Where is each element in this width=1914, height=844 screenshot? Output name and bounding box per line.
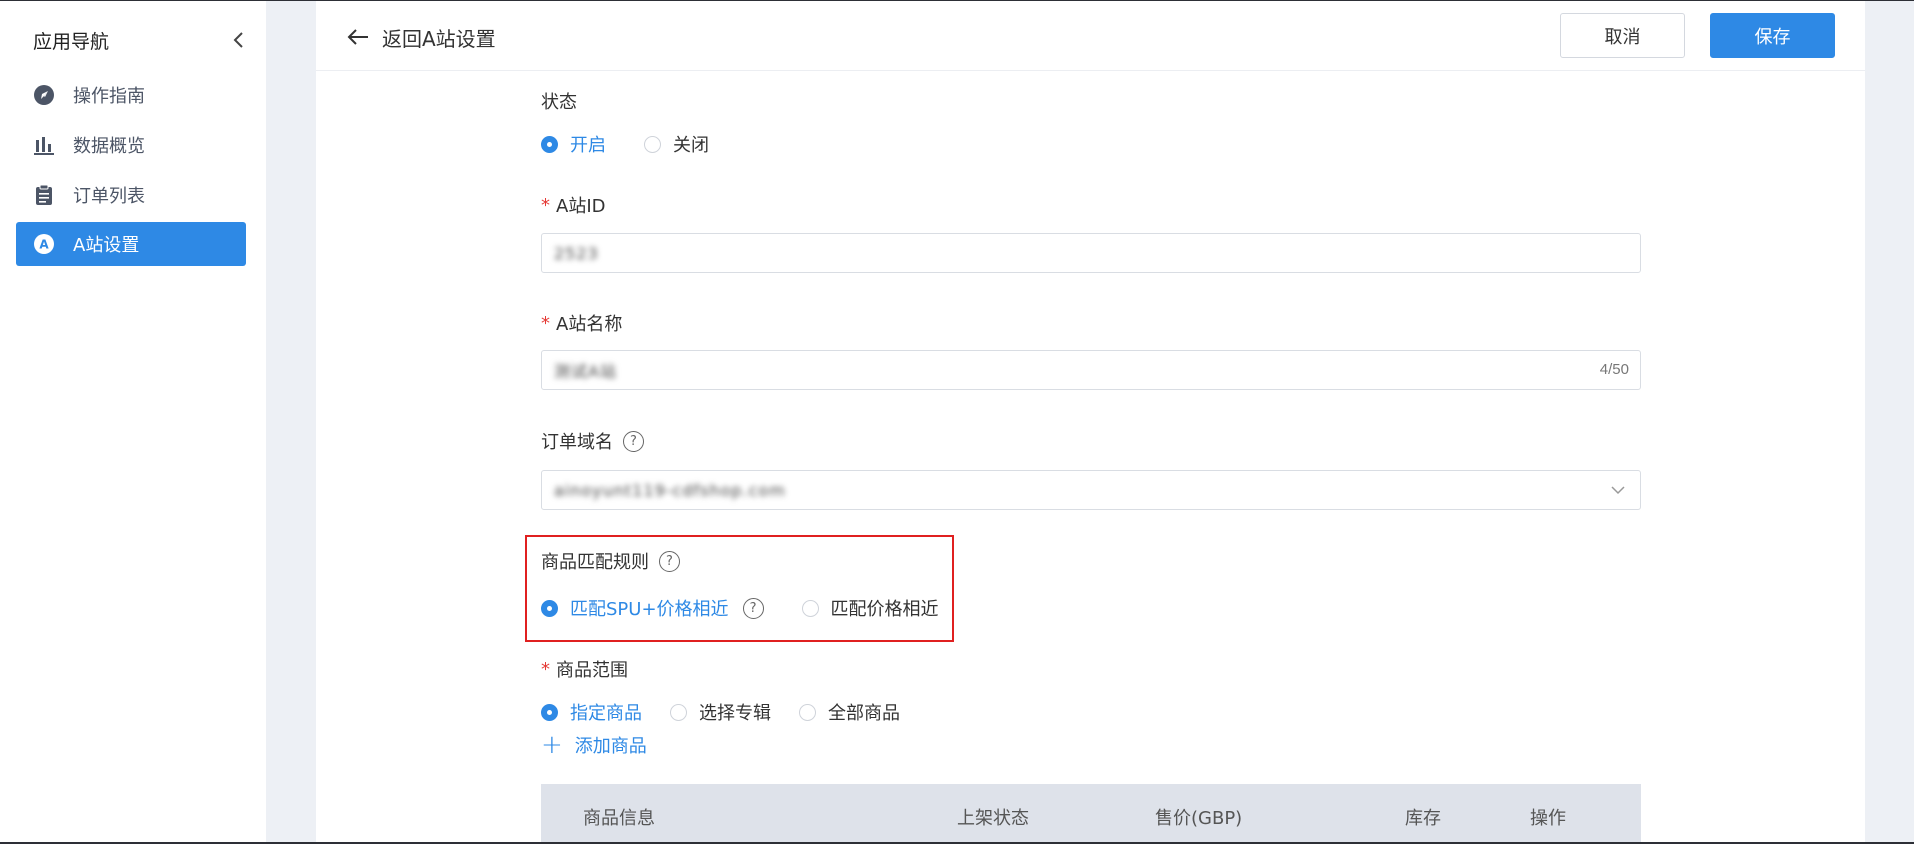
scope-radio-collection[interactable]: 选择专辑 — [670, 699, 771, 725]
plus-icon: + — [541, 730, 563, 760]
column-header: 库存 — [1405, 808, 1441, 829]
save-button[interactable]: 保存 — [1710, 13, 1835, 58]
svg-text:A: A — [39, 238, 49, 252]
site-id-label: * A站ID — [541, 194, 606, 218]
radio-dot — [541, 703, 558, 721]
site-id-input[interactable]: 2523 — [541, 233, 1641, 273]
sidebar-item-label: A站设置 — [73, 235, 140, 256]
scope-radio-specified[interactable]: 指定商品 — [541, 699, 642, 725]
navigation-icon — [32, 83, 56, 107]
radio-dot — [541, 135, 558, 153]
back-label: 返回A站设置 — [382, 26, 496, 51]
sidebar-item-label: 操作指南 — [73, 86, 145, 107]
site-name-label: * A站名称 — [541, 312, 623, 336]
product-scope-radio-group: 指定商品 选择专辑 全部商品 — [541, 699, 938, 725]
highlight-annotation-box — [525, 535, 954, 642]
collapse-chevron-icon[interactable] — [228, 29, 250, 51]
sidebar-title: 应用导航 — [33, 30, 110, 53]
column-header: 售价(GBP) — [1155, 808, 1243, 829]
status-radio-on[interactable]: 开启 — [541, 131, 606, 157]
sidebar-item-site-settings[interactable]: A A站设置 — [16, 222, 246, 266]
column-header: 商品信息 — [583, 808, 655, 829]
site-name-input[interactable]: 测试A站 4/50 — [541, 350, 1641, 390]
radio-dot — [670, 703, 687, 721]
chevron-down-icon[interactable] — [1608, 480, 1628, 500]
sidebar-item-label: 数据概览 — [73, 136, 145, 157]
order-domain-label: 订单域名 ? — [541, 428, 644, 454]
arrow-left-icon — [346, 24, 372, 50]
sidebar-item-guide[interactable]: 操作指南 — [16, 73, 246, 117]
product-table-header: 商品信息 上架状态 售价(GBP) 库存 操作 — [541, 784, 1641, 844]
sidebar-item-orders[interactable]: 订单列表 — [16, 173, 246, 217]
status-radio-group: 开启 关闭 — [541, 131, 747, 157]
column-header: 操作 — [1530, 808, 1566, 829]
char-counter: 4/50 — [1599, 361, 1629, 378]
sidebar-item-label: 订单列表 — [73, 186, 145, 207]
help-icon[interactable]: ? — [623, 430, 644, 452]
radio-dot — [644, 135, 661, 153]
cancel-button[interactable]: 取消 — [1560, 13, 1685, 58]
letter-a-icon: A — [32, 232, 56, 256]
main-panel: 返回A站设置 取消 保存 状态 开启 关闭 * A站ID 2523 * A站名称… — [316, 1, 1865, 844]
scope-radio-all[interactable]: 全部商品 — [799, 699, 900, 725]
radio-dot — [799, 703, 816, 721]
product-scope-label: * 商品范围 — [541, 658, 628, 682]
column-header: 上架状态 — [957, 808, 1029, 829]
status-radio-off[interactable]: 关闭 — [644, 131, 709, 157]
sidebar-item-overview[interactable]: 数据概览 — [16, 123, 246, 167]
clipboard-icon — [32, 183, 56, 207]
top-bar: 返回A站设置 取消 保存 — [316, 1, 1865, 71]
sidebar-header: 应用导航 — [33, 27, 250, 53]
back-link[interactable]: 返回A站设置 — [346, 21, 496, 53]
sidebar: 应用导航 操作指南 数据概览 订单列表 A A站设置 — [0, 1, 266, 842]
bar-chart-icon — [32, 133, 56, 157]
order-domain-select[interactable]: ainoyunt119-cdfshop.com — [541, 470, 1641, 510]
add-product-link[interactable]: + 添加商品 — [541, 732, 647, 758]
status-label: 状态 — [541, 92, 577, 113]
